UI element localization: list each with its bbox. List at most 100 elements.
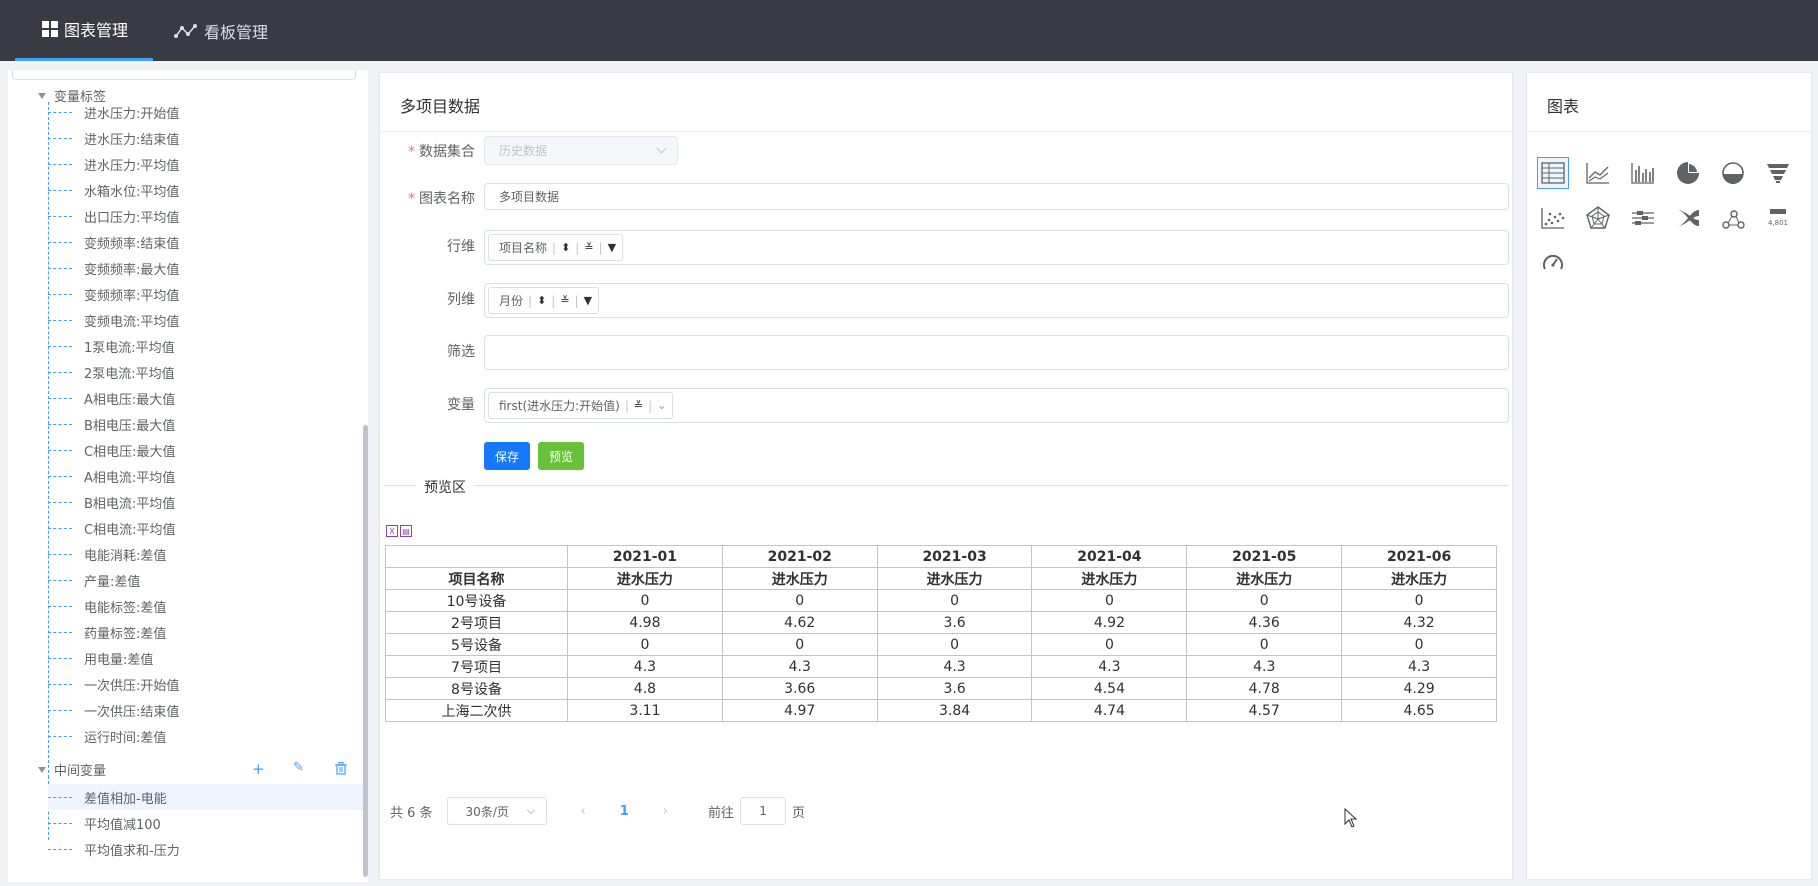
variable-chip[interactable]: first(进水压力:开始值) | ≚ | ⌄ bbox=[488, 392, 674, 419]
tree-item[interactable]: A相电流:平均值 bbox=[48, 463, 364, 489]
tree-item[interactable]: 差值相加-电能 bbox=[48, 784, 364, 810]
pie-chart-icon[interactable] bbox=[1672, 157, 1704, 189]
tree-item[interactable]: 电能标签:差值 bbox=[48, 593, 364, 619]
tree-scrollbar[interactable] bbox=[363, 425, 368, 877]
tab-chart-management[interactable]: 图表管理 bbox=[15, 0, 153, 61]
tree-item[interactable]: 一次供压:结束值 bbox=[48, 697, 364, 723]
sort-icon[interactable]: ⬍ bbox=[537, 294, 546, 307]
tree-connector bbox=[48, 319, 72, 321]
sankey-icon[interactable] bbox=[1672, 202, 1704, 234]
table-icon[interactable] bbox=[1537, 157, 1569, 189]
chevron-down-icon[interactable]: ⌄ bbox=[657, 399, 666, 412]
col-dimension-dropzone[interactable]: 月份 | ⬍ | ≚ | ▼ bbox=[484, 283, 1509, 318]
gauge-fill-icon[interactable] bbox=[1717, 157, 1749, 189]
save-button[interactable]: 保存 bbox=[484, 442, 530, 470]
tree-item-label: 运行时间:差值 bbox=[84, 730, 167, 746]
next-page-icon[interactable]: › bbox=[663, 804, 668, 819]
delete-icon[interactable] bbox=[335, 762, 347, 775]
current-page-number[interactable]: 1 bbox=[620, 804, 629, 819]
tree-item[interactable]: 变频频率:结束值 bbox=[48, 229, 364, 255]
prev-page-icon[interactable]: ‹ bbox=[581, 804, 586, 819]
tree-item[interactable]: 2泵电流:平均值 bbox=[48, 359, 364, 385]
value-cell: 0 bbox=[876, 633, 1033, 656]
radar-icon[interactable] bbox=[1582, 202, 1614, 234]
tree-item[interactable]: A相电压:最大值 bbox=[48, 385, 364, 411]
value-cell: 4.36 bbox=[1186, 611, 1343, 634]
tree-item[interactable]: 一次供压:开始值 bbox=[48, 671, 364, 697]
tree-item[interactable]: 电能消耗:差值 bbox=[48, 541, 364, 567]
filter-icon[interactable]: ▼ bbox=[584, 294, 592, 307]
month-header-cell: 2021-04 bbox=[1031, 545, 1188, 568]
goto-prefix: 前往 bbox=[708, 805, 735, 821]
tree-item-label: 水箱水位:平均值 bbox=[84, 184, 180, 200]
tree-item[interactable]: 运行时间:差值 bbox=[48, 723, 364, 749]
tree-item[interactable]: 进水压力:平均值 bbox=[48, 151, 364, 177]
tree-item[interactable]: 水箱水位:平均值 bbox=[48, 177, 364, 203]
tree-item[interactable]: 进水压力:开始值 bbox=[48, 99, 364, 125]
sort-icon[interactable]: ⬍ bbox=[561, 241, 570, 254]
tree-item[interactable]: C相电流:平均值 bbox=[48, 515, 364, 541]
line-nodes-icon bbox=[174, 23, 197, 38]
tree-item[interactable]: 1泵电流:平均值 bbox=[48, 333, 364, 359]
value-cell: 4.32 bbox=[1341, 611, 1497, 634]
tree-item[interactable]: 平均值求和-压力 bbox=[48, 836, 364, 862]
tree-item[interactable]: C相电压:最大值 bbox=[48, 437, 364, 463]
tree-item[interactable]: 变频电流:平均值 bbox=[48, 307, 364, 333]
align-icon[interactable]: ≚ bbox=[634, 399, 643, 412]
value-cell: 4.74 bbox=[1031, 699, 1188, 722]
variable-dropzone[interactable]: first(进水压力:开始值) | ≚ | ⌄ bbox=[484, 388, 1509, 423]
align-icon[interactable]: ≚ bbox=[584, 241, 593, 254]
tree-connector bbox=[48, 475, 72, 477]
tree-connector bbox=[48, 501, 72, 503]
export-excel-icon[interactable]: X bbox=[386, 525, 398, 537]
chart-name-input[interactable]: 多项目数据 bbox=[484, 183, 1509, 210]
line-chart-icon[interactable] bbox=[1582, 157, 1614, 189]
title-divider bbox=[380, 131, 1512, 132]
tree-item[interactable]: 用电量:差值 bbox=[48, 645, 364, 671]
tree-item[interactable]: B相电流:平均值 bbox=[48, 489, 364, 515]
tree-item[interactable]: 进水压力:结束值 bbox=[48, 125, 364, 151]
row-dimension-chip[interactable]: 项目名称 | ⬍ | ≚ | ▼ bbox=[488, 234, 624, 261]
value-cell: 4.54 bbox=[1031, 677, 1188, 700]
preview-button[interactable]: 预览 bbox=[538, 442, 584, 470]
col-dimension-chip[interactable]: 月份 | ⬍ | ≚ | ▼ bbox=[488, 287, 600, 314]
goto-page-input[interactable]: 1 bbox=[740, 797, 787, 825]
tree-item[interactable]: 变频频率:最大值 bbox=[48, 255, 364, 281]
tree-item-label: 药量标签:差值 bbox=[84, 626, 167, 642]
filter-dropzone[interactable] bbox=[484, 335, 1509, 370]
tree-search-input[interactable] bbox=[12, 70, 356, 80]
funnel-icon[interactable] bbox=[1762, 157, 1794, 189]
tree-item-label: 产量:差值 bbox=[84, 574, 141, 590]
page-size-select[interactable]: 30条/页 bbox=[446, 797, 547, 825]
tree-item-label: 变频频率:最大值 bbox=[84, 262, 180, 278]
tree-item-label: 用电量:差值 bbox=[84, 652, 154, 668]
tree-item[interactable]: 出口压力:平均值 bbox=[48, 203, 364, 229]
month-header-cell: 2021-05 bbox=[1186, 545, 1343, 568]
tree-item[interactable]: B相电压:最大值 bbox=[48, 411, 364, 437]
number-card-icon[interactable]: 4,801 bbox=[1762, 202, 1794, 234]
dashboard-icon[interactable] bbox=[1537, 247, 1569, 279]
tab-chart-management-label: 图表管理 bbox=[64, 21, 129, 40]
edit-icon[interactable]: ✎ bbox=[293, 760, 304, 775]
value-cell: 0 bbox=[1031, 589, 1188, 612]
tree-item[interactable]: 药量标签:差值 bbox=[48, 619, 364, 645]
metric-header-cell: 进水压力 bbox=[1341, 567, 1497, 590]
tree-item[interactable]: 平均值减100 bbox=[48, 810, 364, 836]
value-cell: 4.98 bbox=[567, 611, 723, 634]
bar-chart-icon[interactable] bbox=[1627, 157, 1659, 189]
tree-item[interactable]: 产量:差值 bbox=[48, 567, 364, 593]
scatter-icon[interactable] bbox=[1537, 202, 1569, 234]
filter-icon[interactable]: ▼ bbox=[608, 241, 616, 254]
metric-header-cell: 进水压力 bbox=[567, 567, 723, 590]
graph-icon[interactable] bbox=[1717, 202, 1749, 234]
tab-board-management[interactable]: 看板管理 bbox=[172, 0, 292, 61]
export-csv-icon[interactable]: ▤ bbox=[400, 525, 412, 537]
row-dimension-dropzone[interactable]: 项目名称 | ⬍ | ≚ | ▼ bbox=[484, 230, 1509, 265]
add-icon[interactable]: + bbox=[252, 760, 265, 778]
boxplot-icon[interactable] bbox=[1627, 202, 1659, 234]
align-icon[interactable]: ≚ bbox=[560, 294, 569, 307]
dataset-select[interactable]: 历史数据 bbox=[484, 136, 678, 165]
tree-connector bbox=[48, 137, 72, 139]
value-cell: 4.3 bbox=[1341, 655, 1497, 678]
tree-item[interactable]: 变频频率:平均值 bbox=[48, 281, 364, 307]
